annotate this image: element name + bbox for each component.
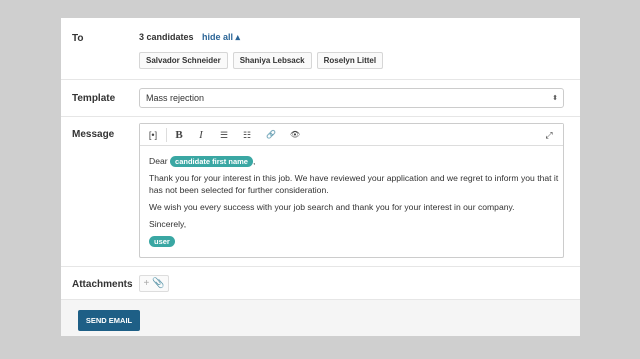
template-select[interactable]: Mass rejection ⬍ (139, 88, 564, 108)
recipient-count: 3 candidates (139, 32, 194, 42)
signature-line: user (149, 235, 559, 248)
hide-all-link[interactable]: hide all ▴ (202, 32, 240, 43)
editor-content[interactable]: Dear candidate first name, Thank you for… (149, 155, 559, 252)
recipient-chip[interactable]: Roselyn Littel (316, 52, 384, 69)
numbered-list-icon[interactable]: ☷ (236, 126, 258, 144)
greeting-line: Dear candidate first name, (149, 155, 559, 168)
attachments-label: Attachments (72, 279, 133, 290)
to-label: To (72, 33, 84, 44)
toolbar-separator (166, 128, 167, 142)
insert-placeholder-icon[interactable]: [•] (142, 126, 164, 144)
template-label: Template (72, 93, 116, 104)
message-paragraph: We wish you every success with your job … (149, 202, 515, 213)
recipient-list: Salvador Schneider Shaniya Lebsack Rosel… (139, 52, 384, 69)
bold-button[interactable]: B (168, 126, 190, 144)
greeting-text: Dear (149, 156, 168, 166)
preview-icon[interactable]: 👁 (284, 126, 306, 144)
message-paragraph: Thank you for your interest in this job.… (149, 173, 559, 196)
template-selected-value: Mass rejection (146, 93, 205, 103)
expand-icon[interactable]: ⤢ (538, 126, 560, 144)
recipient-chip[interactable]: Shaniya Lebsack (232, 52, 312, 69)
message-editor: [•] B I ☰ ☷ 🔗 👁 ⤢ Dear candidate first n… (139, 123, 564, 258)
message-label: Message (72, 129, 115, 140)
greeting-suffix: , (252, 156, 256, 166)
divider (61, 116, 580, 117)
italic-button[interactable]: I (190, 126, 212, 144)
closing-text: Sincerely, (149, 219, 187, 230)
candidate-first-name-token[interactable]: candidate first name (170, 156, 253, 168)
link-icon[interactable]: 🔗 (260, 126, 282, 144)
editor-toolbar: [•] B I ☰ ☷ 🔗 👁 ⤢ (140, 124, 563, 146)
bullet-list-icon[interactable]: ☰ (213, 126, 235, 144)
form-footer: SEND EMAIL (61, 299, 580, 336)
divider (61, 79, 580, 80)
user-token[interactable]: user (149, 236, 175, 248)
send-email-button[interactable]: SEND EMAIL (78, 310, 140, 331)
paperclip-icon: + 📎 (143, 278, 165, 289)
recipient-chip[interactable]: Salvador Schneider (139, 52, 228, 69)
add-attachment-button[interactable]: + 📎 (139, 275, 169, 292)
divider (61, 266, 580, 267)
select-arrows-icon: ⬍ (552, 95, 558, 102)
compose-email-card: To 3 candidates hide all ▴ Salvador Schn… (61, 18, 580, 336)
